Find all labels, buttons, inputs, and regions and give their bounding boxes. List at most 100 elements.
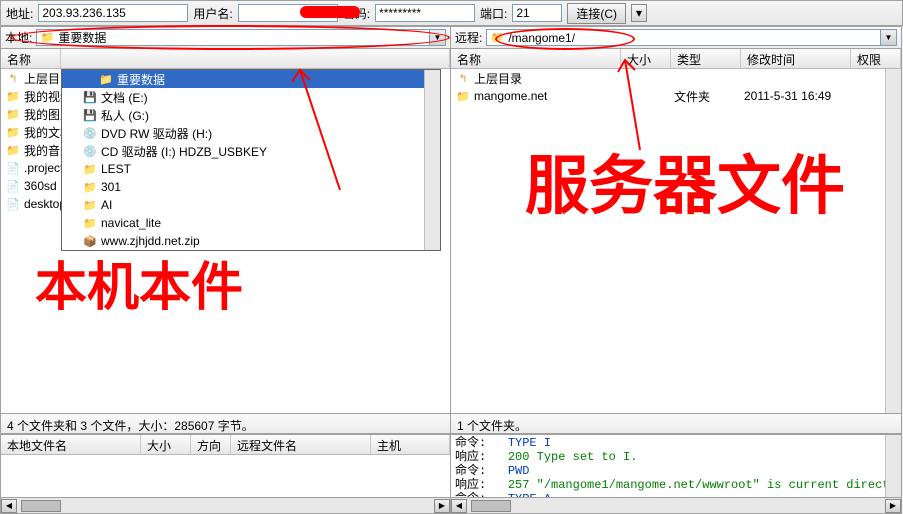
transfer-queue: 本地文件名 大小 方向 远程文件名 主机 [0,434,451,498]
port-label: 端口: [480,5,507,22]
item-label: DVD RW 驱动器 (H:) [101,125,212,142]
log-line: 响应: 200 Type set to I. [455,450,897,464]
dropdown-item[interactable]: 📁AI [62,196,440,214]
local-path-dropdown[interactable]: 📁重要数据💾文档 (E:)💾私人 (G:)💿DVD RW 驱动器 (H:)💿CD… [61,69,441,251]
folder-icon: 📁 [5,124,21,140]
item-name: 上层目录 [474,70,624,87]
address-label: 地址: [6,5,33,22]
item-label: AI [101,198,112,212]
file-icon: 📄 [5,196,21,212]
local-path-label: 本地: [5,29,32,46]
log-scrollbar[interactable] [885,435,901,497]
remote-path-dropdown-button[interactable]: ▼ [881,29,897,46]
item-label: www.zjhjdd.net.zip [101,234,200,248]
scroll-right-icon[interactable]: ▶ [434,499,450,513]
scroll-right-icon[interactable]: ▶ [885,499,901,513]
item-label: 重要数据 [117,71,165,88]
username-label: 用户名: [193,5,232,22]
remote-hscroll[interactable]: ◀▶ [451,498,902,514]
address-input[interactable] [38,4,188,22]
item-label: 私人 (G:) [101,107,149,124]
item-type: 文件夹 [674,88,744,105]
queue-col-remote[interactable]: 远程文件名 [231,435,371,454]
file-icon: 📄 [5,160,21,176]
dropdown-item[interactable]: 📁重要数据 [62,70,440,88]
local-path-text: 重要数据 [58,29,106,46]
remote-col-perm[interactable]: 权限 [851,49,901,68]
item-label: CD 驱动器 (I:) HDZB_USBKEY [101,143,267,160]
password-label: 密码: [343,5,370,22]
log-line: 命令: TYPE A [455,492,897,497]
item-label: desktop [24,197,66,211]
remote-path-label: 远程: [455,29,482,46]
item-label: 360sd [24,179,57,193]
local-hscroll[interactable]: ◀▶ [0,498,451,514]
local-panel: 本地: 📁 重要数据 ▼ 名称 ↰上层目录📁我的视频📁我的图片📁我的文档📁我的音… [0,26,451,414]
dropdown-item[interactable]: 💾私人 (G:) [62,106,440,124]
queue-body[interactable] [1,455,450,497]
remote-path-input[interactable]: 📁 /mangome1/ [486,29,881,46]
local-path-dropdown-button[interactable]: ▼ [430,29,446,46]
remote-col-name[interactable]: 名称 [451,49,621,68]
scroll-left-icon[interactable]: ◀ [451,499,467,513]
log-line: 命令: PWD [455,464,897,478]
up-icon: ↰ [5,70,21,86]
remote-col-size[interactable]: 大小 [621,49,671,68]
list-item[interactable]: ↰上层目录 [451,69,901,87]
folder-icon: 📁 [5,106,21,122]
remote-status: 1 个文件夹。 [451,414,902,434]
folder-icon: 📁 [82,179,98,195]
dropdown-item[interactable]: 💿DVD RW 驱动器 (H:) [62,124,440,142]
folder-icon: 📁 [98,71,114,87]
local-pathbar: 本地: 📁 重要数据 ▼ [1,27,450,49]
folder-icon: 📁 [489,30,505,46]
remote-col-modified[interactable]: 修改时间 [741,49,851,68]
scroll-left-icon[interactable]: ◀ [1,499,17,513]
connect-dropdown-button[interactable]: ▾ [631,4,647,22]
folder-icon: 📁 [5,88,21,104]
dvd-icon: 💿 [82,125,98,141]
folder-icon: 📁 [39,30,55,46]
item-label: LEST [101,162,131,176]
queue-col-dir[interactable]: 方向 [191,435,231,454]
connect-button[interactable]: 连接(C) [567,3,626,24]
item-label: navicat_lite [101,216,161,230]
remote-col-type[interactable]: 类型 [671,49,741,68]
queue-col-local[interactable]: 本地文件名 [1,435,141,454]
remote-pathbar: 远程: 📁 /mangome1/ ▼ [451,27,901,49]
log-body[interactable]: 命令: TYPE I响应: 200 Type set to I.命令: PWD响… [451,435,901,497]
local-filelist[interactable]: ↰上层目录📁我的视频📁我的图片📁我的文档📁我的音乐📄.project📄360sd… [1,69,450,413]
local-col-name[interactable]: 名称 [1,49,61,68]
remote-scrollbar[interactable] [885,69,901,413]
drive-icon: 💾 [82,89,98,105]
list-item[interactable]: 📁mangome.net文件夹2011-5-31 16:49 [451,87,901,105]
item-label: 文档 (E:) [101,89,148,106]
zip-icon: 📦 [82,233,98,249]
folder-icon: 📁 [5,142,21,158]
remote-filelist[interactable]: ↰上层目录📁mangome.net文件夹2011-5-31 16:49 [451,69,901,413]
item-label: .project [24,161,63,175]
remote-path-text: /mangome1/ [508,31,575,45]
dropdown-item[interactable]: 📁LEST [62,160,440,178]
port-input[interactable] [512,4,562,22]
queue-col-size[interactable]: 大小 [141,435,191,454]
item-modified: 2011-5-31 16:49 [744,89,831,103]
queue-headers: 本地文件名 大小 方向 远程文件名 主机 [1,435,450,455]
log-line: 命令: TYPE I [455,436,897,450]
server-log: 命令: TYPE I响应: 200 Type set to I.命令: PWD响… [451,434,902,498]
local-path-input[interactable]: 📁 重要数据 [36,29,430,46]
username-input[interactable] [238,4,338,22]
dropdown-item[interactable]: 📁navicat_lite [62,214,440,232]
dropdown-item[interactable]: 📁301 [62,178,440,196]
folder-icon: 📁 [82,161,98,177]
password-input[interactable] [375,4,475,22]
queue-col-host[interactable]: 主机 [371,435,450,454]
file-icon: 📄 [5,178,21,194]
dropdown-item[interactable]: 💾文档 (E:) [62,88,440,106]
dropdown-item[interactable]: 📦www.zjhjdd.net.zip [62,232,440,250]
dvd-icon: 💿 [82,143,98,159]
folder-icon: 📁 [82,215,98,231]
dropdown-scrollbar[interactable] [424,70,440,250]
item-label: 301 [101,180,121,194]
dropdown-item[interactable]: 💿CD 驱动器 (I:) HDZB_USBKEY [62,142,440,160]
